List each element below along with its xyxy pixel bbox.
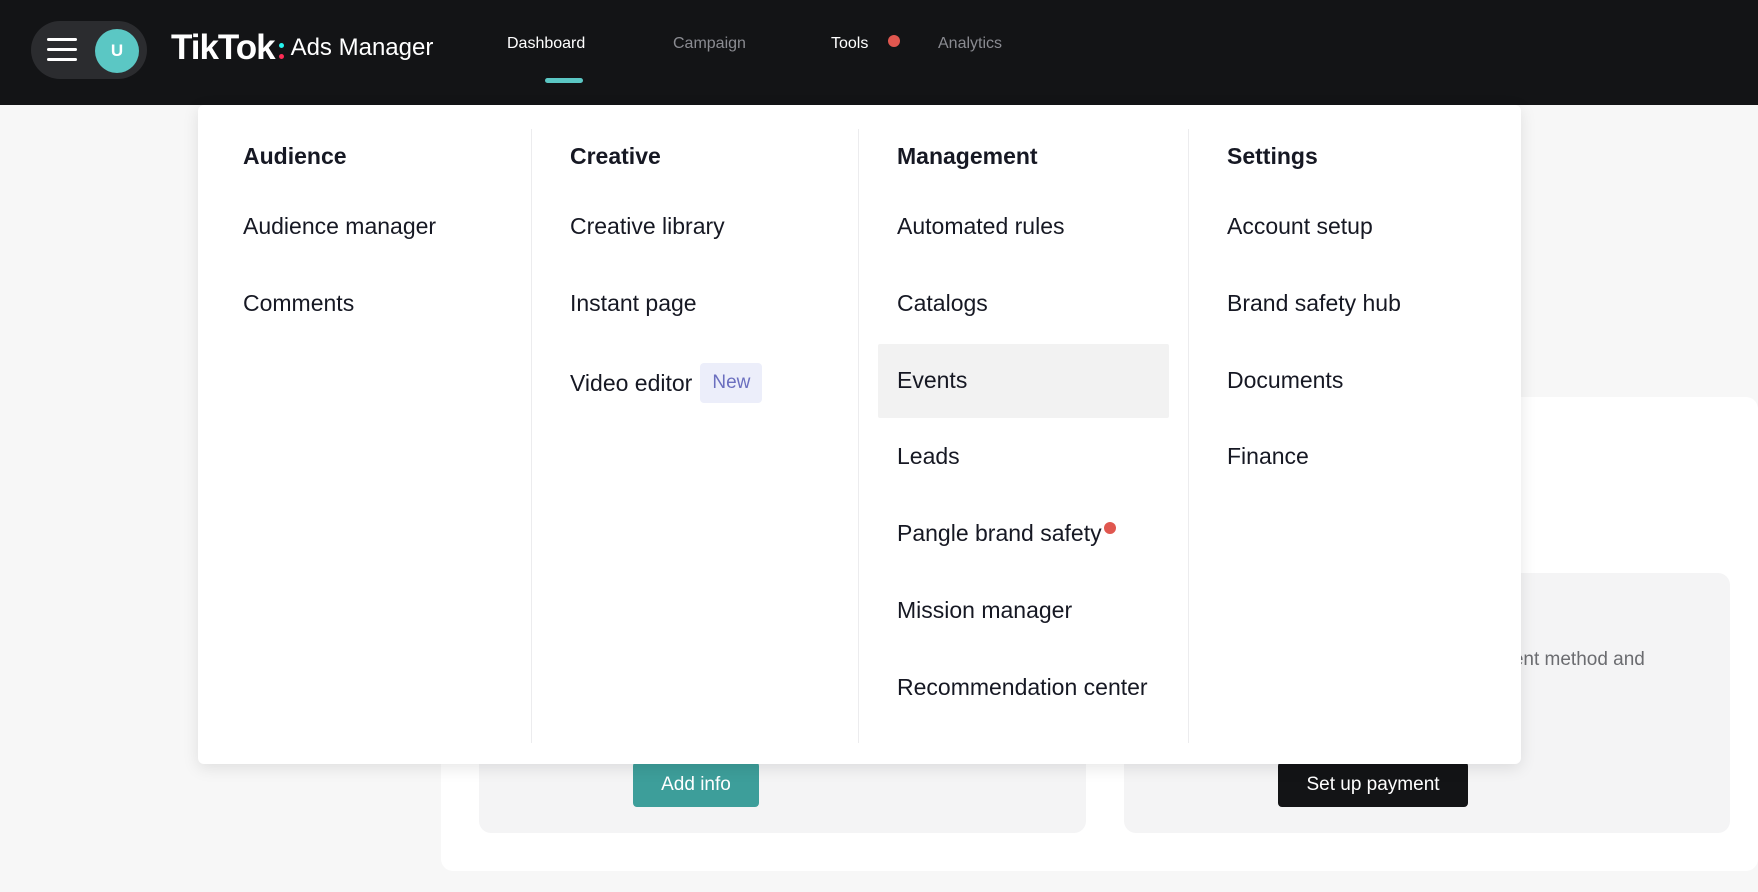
menu-item-comments[interactable]: Comments bbox=[243, 290, 354, 317]
top-navigation-bar: U TikTok Ads Manager Dashboard Campaign … bbox=[0, 0, 1758, 105]
menu-item-events[interactable]: Events bbox=[897, 367, 967, 394]
logo-colon-icon bbox=[278, 40, 285, 62]
tools-notification-dot bbox=[888, 35, 900, 47]
menu-item-recommendation-center[interactable]: Recommendation center bbox=[897, 674, 1148, 701]
menu-item-automated-rules[interactable]: Automated rules bbox=[897, 213, 1064, 240]
section-heading-settings: Settings bbox=[1227, 143, 1318, 169]
nav-campaign[interactable]: Campaign bbox=[673, 35, 746, 53]
nav-dashboard[interactable]: Dashboard bbox=[507, 35, 585, 53]
menu-item-leads[interactable]: Leads bbox=[897, 443, 960, 470]
nav-active-indicator bbox=[545, 78, 583, 83]
hamburger-menu-icon[interactable] bbox=[47, 38, 77, 62]
menu-item-label: Video editor bbox=[570, 369, 693, 396]
menu-toggle[interactable]: U bbox=[31, 21, 147, 79]
column-divider bbox=[531, 129, 532, 743]
tools-dropdown-menu: Audience Audience manager Comments Creat… bbox=[198, 105, 1521, 764]
section-heading-management: Management bbox=[897, 143, 1038, 169]
menu-item-video-editor[interactable]: Video editor New bbox=[570, 363, 763, 403]
add-info-button[interactable]: Add info bbox=[633, 762, 759, 807]
logo-wordmark: TikTok bbox=[171, 28, 276, 67]
menu-item-instant-page[interactable]: Instant page bbox=[570, 290, 697, 317]
menu-item-finance[interactable]: Finance bbox=[1227, 443, 1309, 470]
nav-tools[interactable]: Tools bbox=[831, 35, 868, 53]
menu-item-creative-library[interactable]: Creative library bbox=[570, 213, 725, 240]
tiktok-ads-manager-logo[interactable]: TikTok Ads Manager bbox=[171, 26, 433, 70]
set-up-payment-button[interactable]: Set up payment bbox=[1278, 762, 1468, 807]
new-badge: New bbox=[700, 363, 763, 403]
menu-item-brand-safety-hub[interactable]: Brand safety hub bbox=[1227, 290, 1401, 317]
pangle-notification-dot bbox=[1104, 522, 1116, 534]
logo-product-name: Ads Manager bbox=[290, 34, 434, 61]
menu-item-documents[interactable]: Documents bbox=[1227, 367, 1343, 394]
avatar[interactable]: U bbox=[95, 29, 139, 73]
column-divider bbox=[858, 129, 859, 743]
menu-item-account-setup[interactable]: Account setup bbox=[1227, 213, 1373, 240]
nav-analytics[interactable]: Analytics bbox=[938, 35, 1002, 53]
menu-item-catalogs[interactable]: Catalogs bbox=[897, 290, 988, 317]
menu-item-pangle-brand-safety[interactable]: Pangle brand safety bbox=[897, 520, 1102, 547]
section-heading-audience: Audience bbox=[243, 143, 347, 169]
section-heading-creative: Creative bbox=[570, 143, 661, 169]
menu-item-audience-manager[interactable]: Audience manager bbox=[243, 213, 436, 240]
menu-item-mission-manager[interactable]: Mission manager bbox=[897, 597, 1072, 624]
column-divider bbox=[1188, 129, 1189, 743]
